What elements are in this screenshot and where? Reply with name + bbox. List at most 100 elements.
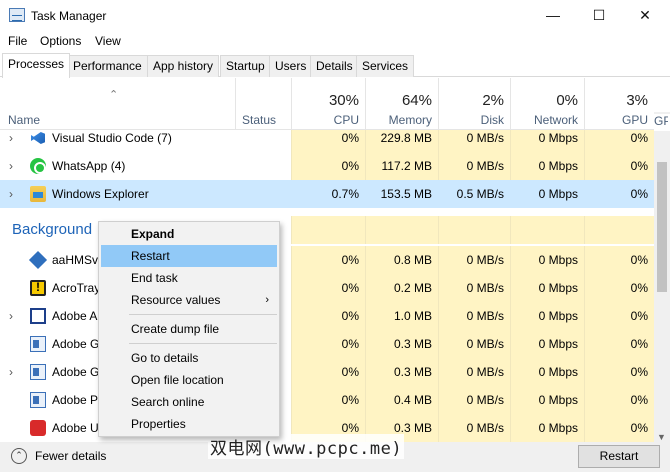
vertical-scrollbar[interactable]: ▲ ▼	[654, 112, 670, 442]
process-name: Adobe A	[52, 309, 98, 323]
whatsapp-icon	[30, 158, 46, 174]
memory-value: 117.2 MB	[365, 152, 438, 180]
process-name: Adobe G	[52, 365, 100, 379]
menu-view[interactable]: View	[95, 34, 121, 48]
gpu-value: 0%	[584, 246, 654, 274]
scroll-down-arrow-icon[interactable]: ▼	[657, 432, 666, 442]
service-icon	[28, 250, 48, 270]
menu-item-go-to-details[interactable]: Go to details	[101, 347, 277, 369]
group-blank-cell	[365, 216, 438, 244]
cpu-value: 0%	[291, 302, 365, 330]
column-cpu[interactable]: 30% CPU	[291, 78, 365, 130]
process-name: Visual Studio Code (7)	[52, 131, 172, 145]
cpu-value: 0%	[291, 386, 365, 414]
cpu-value: 0.7%	[291, 180, 365, 208]
tab-users[interactable]: Users	[269, 55, 313, 77]
doc-icon	[30, 336, 46, 352]
process-name: WhatsApp (4)	[52, 159, 126, 173]
title-bar: Task Manager — ☐ ✕	[0, 0, 670, 32]
tab-processes[interactable]: Processes	[2, 53, 71, 78]
network-value: 0 Mbps	[510, 180, 584, 208]
sort-caret-icon[interactable]: ⌃	[109, 88, 118, 101]
memory-value: 0.3 MB	[365, 358, 438, 386]
cpu-total: 30%	[328, 92, 359, 109]
memory-value: 1.0 MB	[365, 302, 438, 330]
menu-item-search-online[interactable]: Search online	[101, 391, 277, 413]
menu-item-expand[interactable]: Expand	[101, 223, 277, 245]
close-button[interactable]: ✕	[622, 0, 668, 30]
cpu-value: 0%	[291, 274, 365, 302]
network-value: 0 Mbps	[510, 386, 584, 414]
memory-value: 0.3 MB	[365, 330, 438, 358]
column-status-cell[interactable]: Status	[235, 78, 291, 130]
network-value: 0 Mbps	[510, 358, 584, 386]
fewer-details-link[interactable]: Fewer details	[35, 449, 106, 463]
network-value: 0 Mbps	[510, 246, 584, 274]
maximize-button[interactable]: ☐	[576, 0, 622, 30]
cpu-value: 0%	[291, 330, 365, 358]
menu-file[interactable]: File	[8, 34, 27, 48]
group-blank-cell	[510, 216, 584, 244]
gpu-value: 0%	[584, 386, 654, 414]
process-name: Adobe U	[52, 421, 99, 435]
expand-chevron-icon[interactable]: ›	[9, 131, 13, 145]
column-header: ⌃ Name Status 30% CPU 64% Memory 2% Disk…	[0, 78, 654, 130]
expand-chevron-icon[interactable]: ›	[9, 187, 13, 201]
process-name: Adobe G	[52, 337, 100, 351]
tab-performance[interactable]: Performance	[67, 55, 148, 77]
minimize-button[interactable]: —	[530, 0, 576, 30]
menu-separator	[129, 343, 277, 344]
memory-value: 229.8 MB	[365, 130, 438, 152]
process-name: Windows Explorer	[52, 187, 149, 201]
window-title: Task Manager	[31, 9, 107, 23]
task-manager-icon	[9, 8, 25, 22]
cpu-label: CPU	[333, 113, 359, 127]
tab-startup[interactable]: Startup	[220, 55, 271, 77]
window-icon	[30, 308, 46, 324]
tab-details[interactable]: Details	[310, 55, 359, 77]
process-name: aaHMSv	[52, 253, 99, 267]
process-row[interactable]: › Visual Studio Code (7) 0% 229.8 MB 0 M…	[0, 130, 654, 152]
menu-item-restart[interactable]: Restart	[101, 245, 277, 267]
tab-strip: Processes Performance App history Startu…	[0, 53, 670, 78]
menu-item-end-task[interactable]: End task	[101, 267, 277, 289]
process-row[interactable]: › WhatsApp (4) 0% 117.2 MB 0 MB/s 0 Mbps…	[0, 152, 654, 180]
memory-value: 153.5 MB	[365, 180, 438, 208]
column-gpu-engine[interactable]: GPU	[654, 114, 670, 131]
scroll-thumb[interactable]	[657, 162, 667, 292]
doc-icon	[30, 392, 46, 408]
expand-chevron-icon[interactable]: ›	[9, 365, 13, 379]
group-blank-cell	[584, 216, 654, 244]
network-value: 0 Mbps	[510, 130, 584, 152]
menu-item-properties[interactable]: Properties	[101, 413, 277, 435]
tab-services[interactable]: Services	[356, 55, 415, 77]
menu-item-open-file-location[interactable]: Open file location	[101, 369, 277, 391]
column-disk[interactable]: 2% Disk	[438, 78, 510, 130]
column-name[interactable]: Name	[8, 113, 40, 127]
chevron-up-circle-icon[interactable]: ⌃	[11, 448, 27, 464]
tab-app-history[interactable]: App history	[147, 55, 220, 77]
restart-button[interactable]: Restart	[578, 445, 660, 468]
context-menu: Expand Restart End task Resource values …	[98, 221, 280, 437]
column-network[interactable]: 0% Network	[510, 78, 584, 130]
column-gpu[interactable]: 3% GPU	[584, 78, 654, 130]
network-value: 0 Mbps	[510, 302, 584, 330]
gpu-value: 0%	[584, 414, 654, 442]
menu-options[interactable]: Options	[40, 34, 81, 48]
menu-item-resource-values[interactable]: Resource values ›	[101, 289, 277, 311]
gpu-value: 0%	[584, 180, 654, 208]
memory-total: 64%	[401, 92, 432, 109]
process-name-cell: › Visual Studio Code (7)	[0, 130, 291, 152]
disk-value: 0 MB/s	[438, 302, 510, 330]
menu-item-create-dump-file[interactable]: Create dump file	[101, 318, 277, 340]
gpu-value: 0%	[584, 358, 654, 386]
gpu-engine-label: GPU	[654, 114, 668, 128]
column-memory[interactable]: 64% Memory	[365, 78, 438, 130]
memory-value: 0.8 MB	[365, 246, 438, 274]
disk-label: Disk	[480, 113, 504, 127]
expand-chevron-icon[interactable]: ›	[9, 159, 13, 173]
process-row-selected[interactable]: › Windows Explorer 0.7% 153.5 MB 0.5 MB/…	[0, 180, 654, 208]
disk-value: 0 MB/s	[438, 386, 510, 414]
group-title: Background	[12, 221, 93, 238]
expand-chevron-icon[interactable]: ›	[9, 309, 13, 323]
